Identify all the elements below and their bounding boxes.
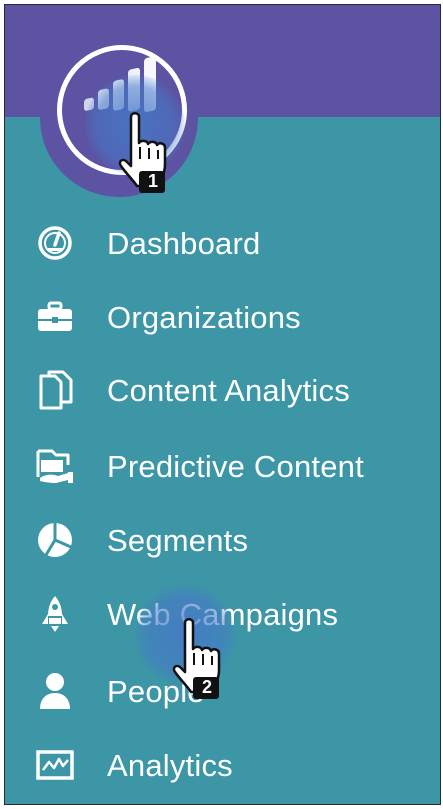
- step-badge-2: 2: [201, 677, 212, 697]
- sidebar-item-content-analytics[interactable]: Content Analytics: [5, 360, 440, 420]
- folder-hand-icon: [35, 446, 75, 486]
- sidebar-item-organizations[interactable]: Organizations: [5, 287, 440, 347]
- sidebar-item-analytics[interactable]: Analytics: [5, 735, 440, 795]
- sidebar-item-segments[interactable]: Segments: [5, 510, 440, 570]
- sidebar-item-predictive-content[interactable]: Predictive Content: [5, 436, 440, 496]
- line-chart-icon: [35, 745, 75, 785]
- sidebar-item-label: Dashboard: [107, 226, 261, 261]
- sidebar-item-label: Segments: [107, 523, 249, 558]
- sidebar-item-label: Analytics: [107, 748, 233, 783]
- pie-chart-icon: [35, 520, 75, 560]
- rocket-icon: [35, 594, 75, 634]
- person-icon: [35, 671, 75, 711]
- hand-cursor-icon: 2: [167, 617, 229, 708]
- sidebar-item-label: Content Analytics: [107, 373, 350, 408]
- documents-icon: [35, 370, 75, 410]
- sidebar-item-label: Predictive Content: [107, 449, 364, 484]
- hand-cursor-icon: 1: [113, 111, 175, 202]
- sidebar-item-dashboard[interactable]: Dashboard: [5, 213, 440, 273]
- sidebar-item-label: Organizations: [107, 300, 301, 335]
- briefcase-icon: [35, 297, 75, 337]
- sidebar: 1 Dashboard Organizations Content Analyt…: [4, 4, 441, 805]
- speedometer-icon: [35, 223, 75, 263]
- step-badge-1: 1: [147, 171, 158, 191]
